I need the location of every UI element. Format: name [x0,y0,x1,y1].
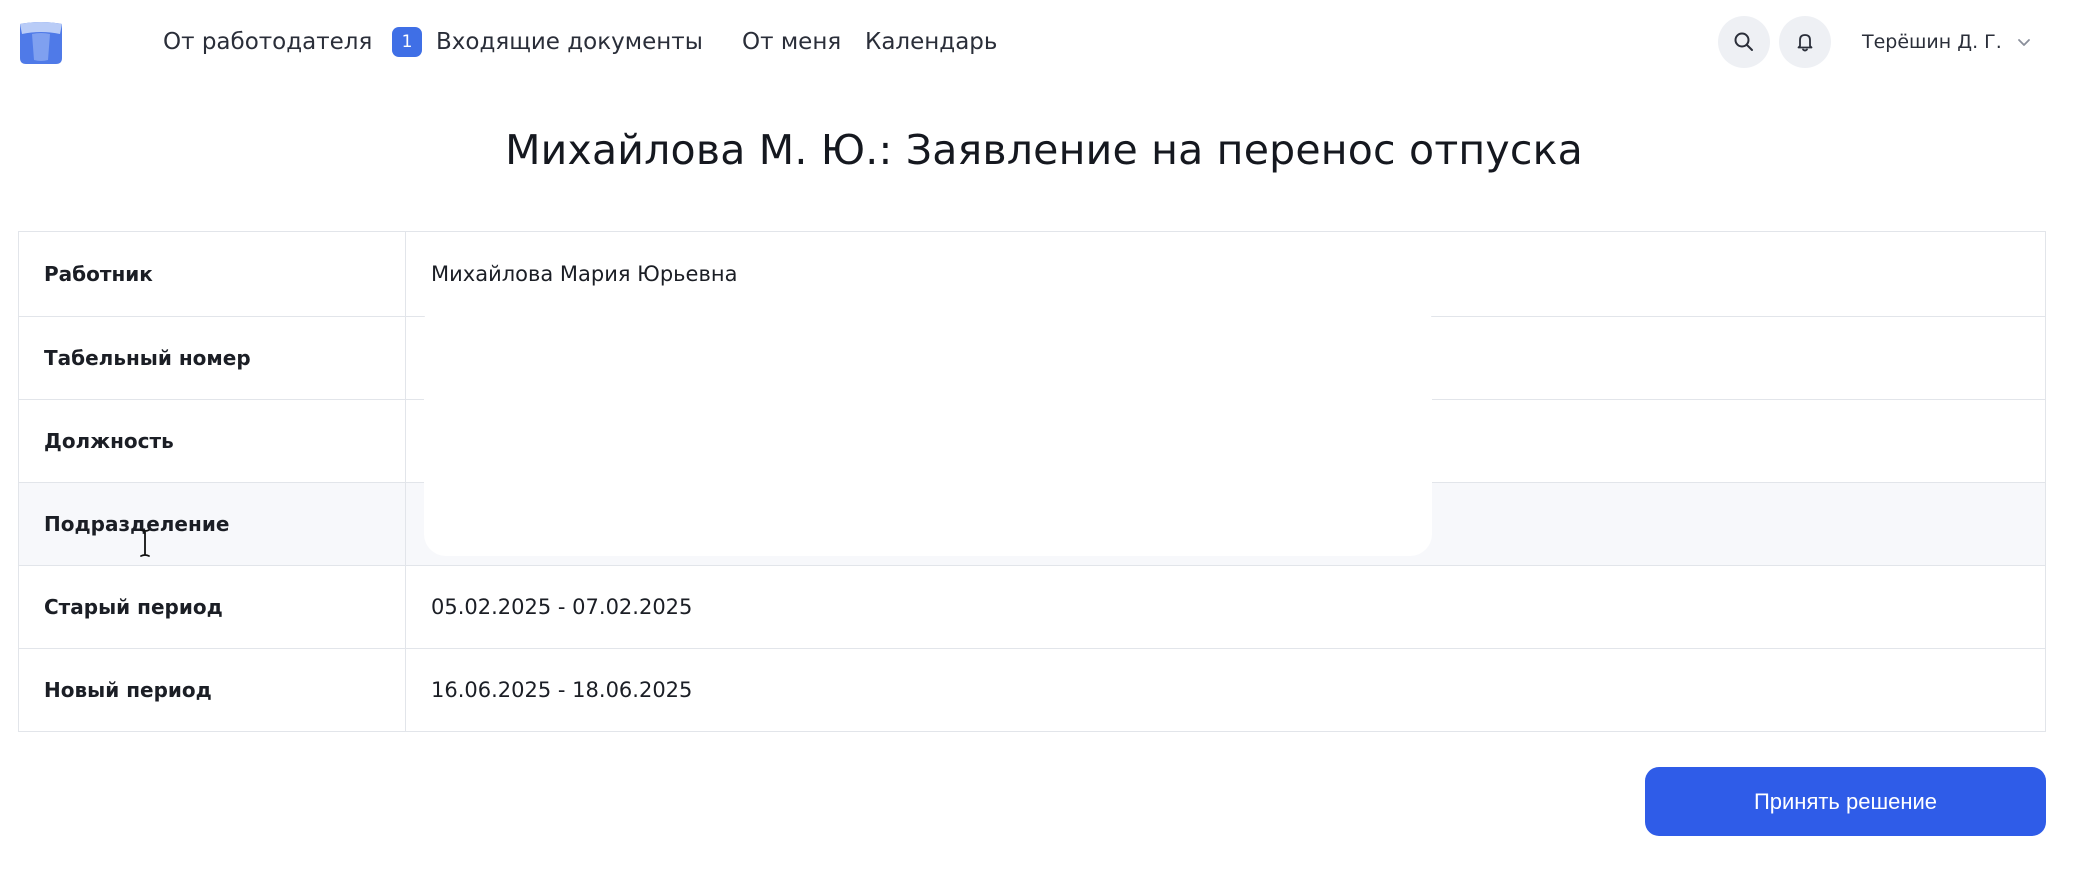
nav-employer[interactable]: От работодателя [163,22,372,62]
nav-employer-label: От работодателя [163,29,373,55]
redaction-overlay [424,300,1432,556]
nav-from-me[interactable]: От меня [742,22,841,62]
row-value: 16.06.2025 - 18.06.2025 [431,678,693,702]
nav-calendar[interactable]: Календарь [865,22,997,62]
text-cursor-icon [140,529,150,557]
nav-incoming-label: Входящие документы [436,29,703,55]
nav-calendar-label: Календарь [865,29,998,55]
app-root: От работодателя 1 Входящие документы От … [0,0,2088,882]
search-icon [1734,32,1753,51]
notifications-button[interactable] [1779,16,1831,68]
incoming-count-badge: 1 [392,27,422,57]
nav-from-me-label: От меня [742,29,842,55]
row-value: 05.02.2025 - 07.02.2025 [431,595,693,619]
bell-icon [1797,34,1813,52]
user-menu[interactable]: Терёшин Д. Г. [1862,22,2032,62]
logo-icon [20,22,62,64]
user-name: Терёшин Д. Г. [1862,31,2002,53]
row-label: Старый период [19,566,406,648]
search-button[interactable] [1718,16,1770,68]
row-label: Новый период [19,649,406,731]
page-title: Михайлова М. Ю.: Заявление на перенос от… [505,126,1583,174]
row-label: Табельный номер [19,317,406,399]
row-label: Подразделение [19,483,406,565]
row-label: Работник [19,232,406,316]
row-label: Должность [19,400,406,482]
nav-incoming-documents[interactable]: 1 Входящие документы [392,22,703,62]
chevron-down-icon [2017,39,2030,46]
table-row: Старый период 05.02.2025 - 07.02.2025 [19,565,2045,648]
table-row: Новый период 16.06.2025 - 18.06.2025 [19,648,2045,731]
app-logo[interactable] [16,20,66,66]
make-decision-button[interactable]: Принять решение [1645,767,2046,836]
